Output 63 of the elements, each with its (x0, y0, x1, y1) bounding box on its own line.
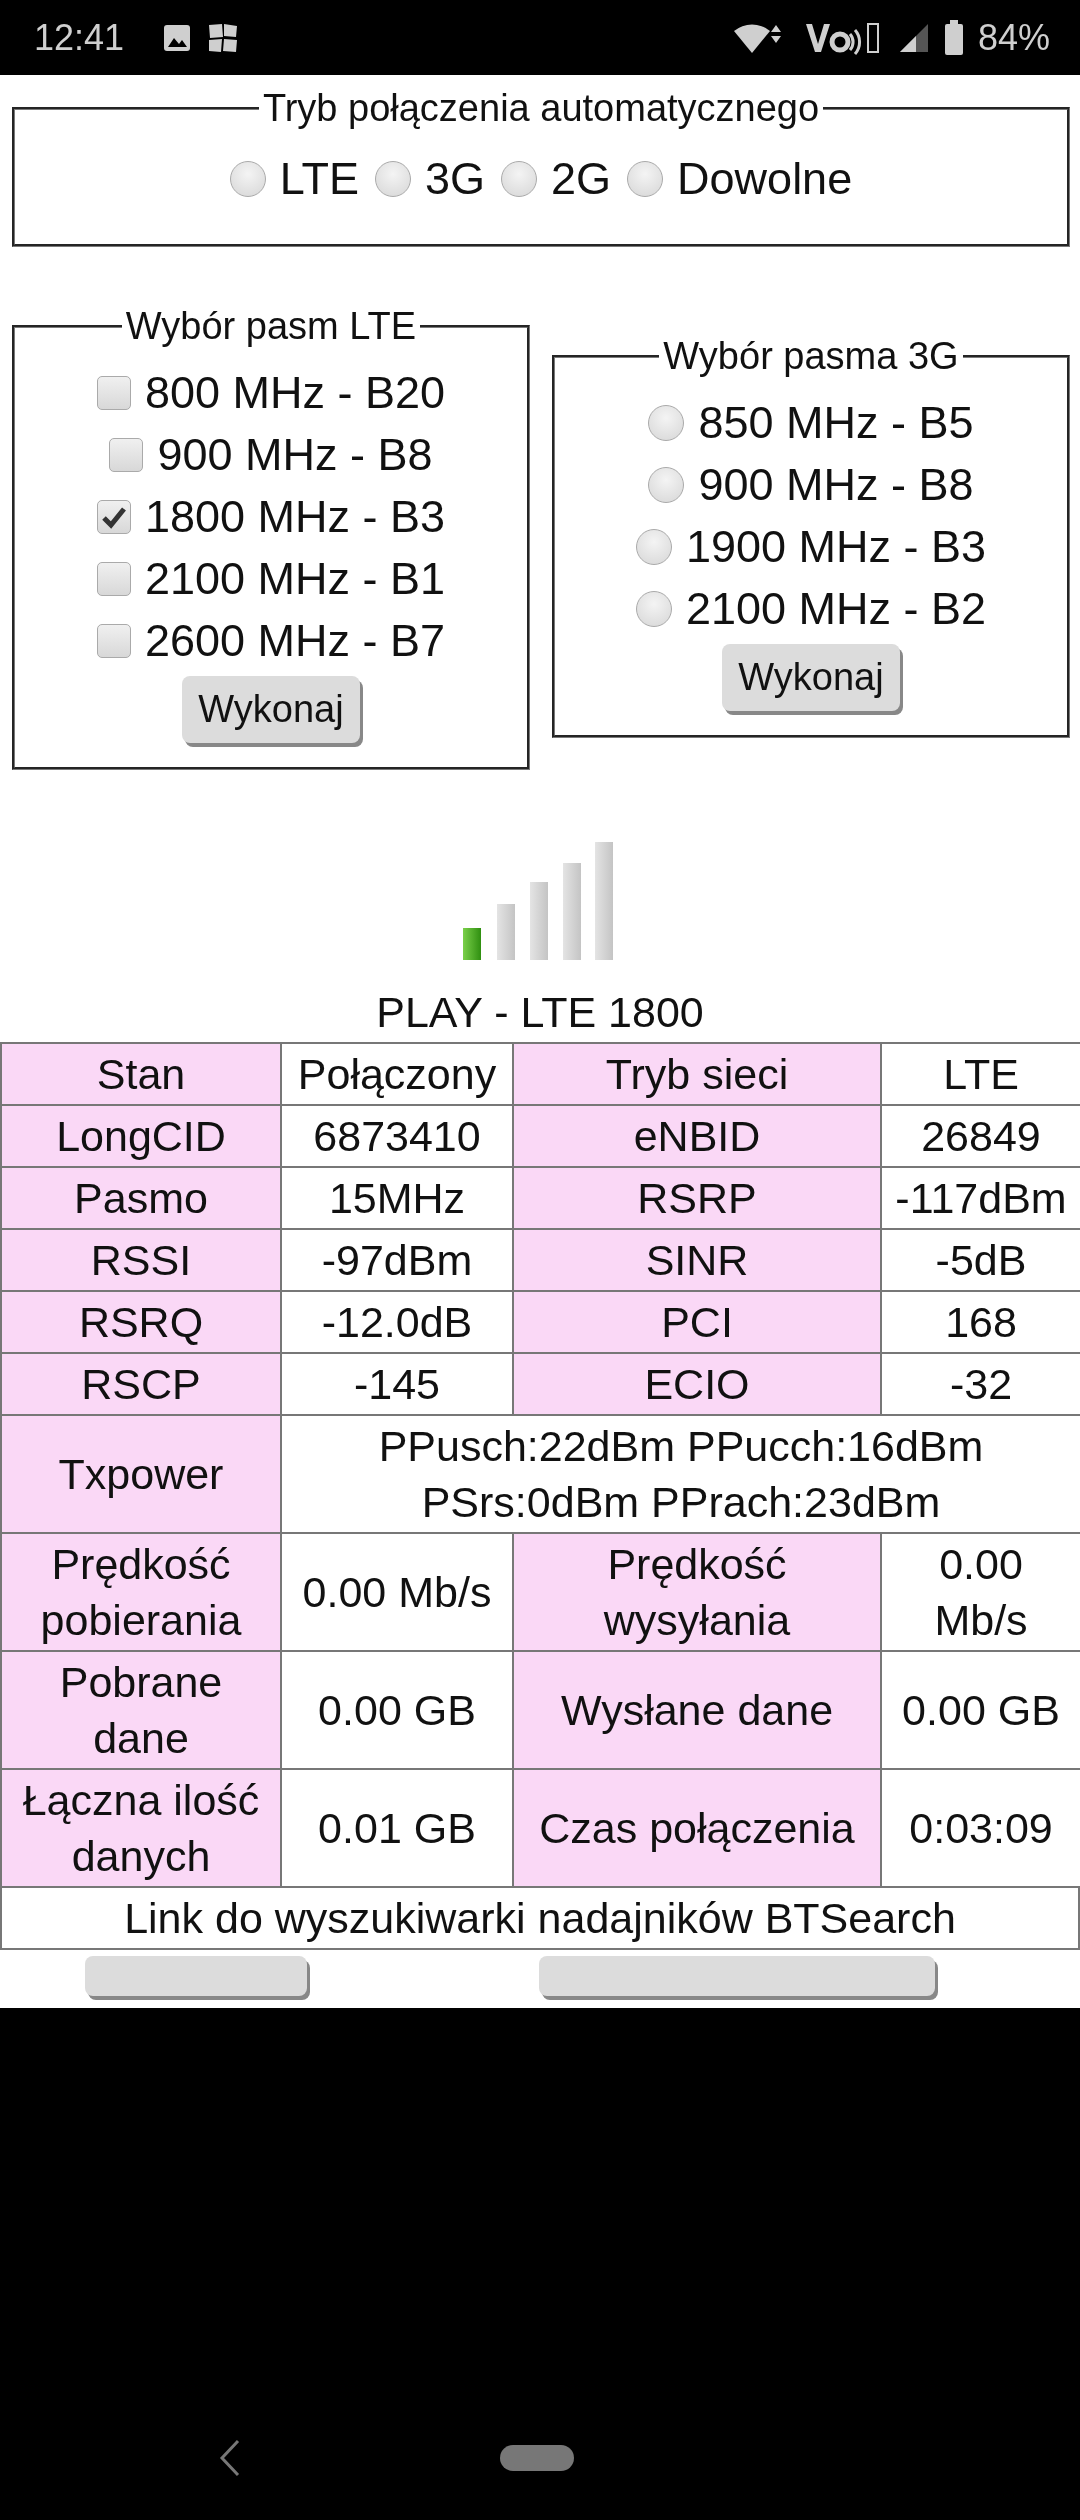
field-label: RSRQ (1, 1291, 281, 1353)
group-title: Wybór pasm LTE (124, 305, 418, 348)
option-label: 2G (551, 153, 612, 205)
band-label: 1800 MHz - B3 (144, 491, 446, 543)
radio-button[interactable] (627, 161, 664, 197)
field-label: PCI (513, 1291, 881, 1353)
radio-button[interactable] (635, 591, 672, 627)
field-label: Pasmo (1, 1167, 281, 1229)
option-label: 3G (425, 153, 486, 205)
clock: 12:41 (34, 16, 125, 59)
field-value: -145 (281, 1353, 513, 1415)
group-title: Wybór pasma 3G (662, 335, 960, 378)
radio-button[interactable] (501, 161, 538, 197)
checkbox[interactable] (96, 624, 131, 658)
group-title: Tryb połączenia automatycznego (261, 87, 821, 130)
back-icon[interactable] (218, 2438, 242, 2478)
network-title: PLAY - LTE 1800 (375, 987, 705, 1038)
field-value: -12.0dB (281, 1291, 513, 1353)
field-label: Prędkość wysyłania (513, 1533, 881, 1651)
battery-percentage: 84% (977, 16, 1050, 59)
radio-button[interactable] (375, 161, 411, 197)
band-label: 2100 MHz - B2 (685, 583, 987, 635)
band-label: 2100 MHz - B1 (144, 553, 446, 605)
field-value: -97dBm (281, 1229, 513, 1291)
field-label: Txpower (1, 1415, 281, 1533)
band-label: 1900 MHz - B3 (685, 521, 987, 573)
field-label: RSRP (513, 1167, 881, 1229)
field-label: RSCP (1, 1353, 281, 1415)
option-label: LTE (279, 153, 359, 205)
band-label: 900 MHz - B8 (698, 459, 974, 511)
home-button[interactable] (500, 2445, 574, 2471)
image-icon (162, 22, 193, 53)
field-label: Wysłane dane (513, 1651, 881, 1769)
field-value: 15MHz (281, 1167, 513, 1229)
band-label: 850 MHz - B5 (698, 397, 974, 449)
field-label: Prędkość pobierania (1, 1533, 281, 1651)
checkbox[interactable] (96, 376, 131, 410)
field-label: Łączna ilość danych (1, 1769, 281, 1887)
radio-button[interactable] (648, 467, 685, 503)
checkbox[interactable] (96, 500, 131, 534)
field-label: SINR (513, 1229, 881, 1291)
radio-button[interactable] (635, 529, 672, 565)
field-label: ECIO (513, 1353, 881, 1415)
field-value: 6873410 (281, 1105, 513, 1167)
band-label: 800 MHz - B20 (144, 367, 446, 419)
band-label: 2600 MHz - B7 (144, 615, 446, 667)
field-label: LongCID (1, 1105, 281, 1167)
checkbox[interactable] (96, 562, 131, 596)
radio-button[interactable] (229, 161, 266, 197)
radio-button[interactable] (648, 405, 685, 441)
field-label: Tryb sieci (513, 1043, 881, 1105)
field-label: Pobrane dane (1, 1651, 281, 1769)
field-label: eNBID (513, 1105, 881, 1167)
field-value: LTE (881, 1043, 1080, 1105)
field-label: RSSI (1, 1229, 281, 1291)
field-label: Stan (1, 1043, 281, 1105)
btsearch-link[interactable]: Link do wyszukiwarki nadajników BTSearch (0, 1888, 1080, 1950)
battery-icon (943, 19, 964, 56)
checkbox[interactable] (109, 438, 144, 472)
band-label: 900 MHz - B8 (157, 429, 433, 481)
field-value: Połączony (281, 1043, 513, 1105)
option-label: Dowolne (677, 153, 853, 205)
field-label: Czas połączenia (513, 1769, 881, 1887)
